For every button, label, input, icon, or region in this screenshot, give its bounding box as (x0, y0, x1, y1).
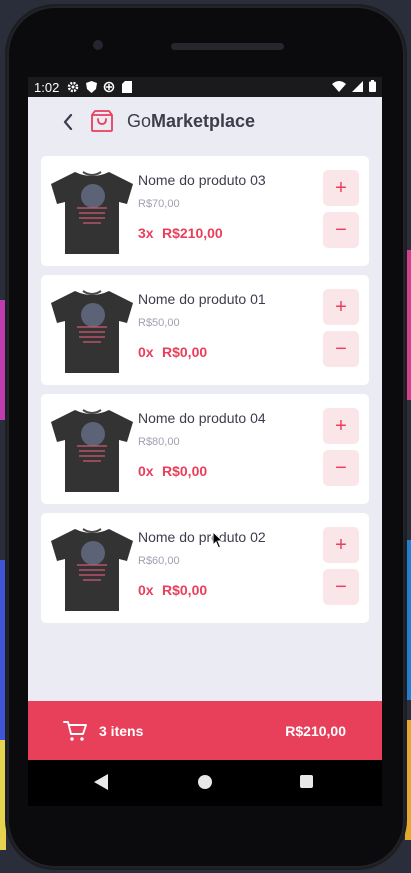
title-bold: Marketplace (151, 111, 256, 131)
increment-button[interactable]: + (323, 408, 359, 444)
decrement-button[interactable]: − (323, 569, 359, 605)
front-camera (93, 40, 103, 50)
decrement-button[interactable]: − (323, 450, 359, 486)
product-image (49, 523, 135, 613)
product-subtotal: R$0,00 (162, 463, 208, 479)
status-time: 1:02 (34, 79, 60, 95)
signal-icon (352, 80, 363, 95)
nav-recent-icon[interactable] (300, 775, 313, 788)
product-card: Nome do produto 04 R$80,00 0x R$0,00 + − (41, 394, 369, 504)
gear-icon (67, 81, 79, 93)
product-quantity: 0x (138, 344, 154, 360)
increment-button[interactable]: + (323, 289, 359, 325)
product-image (49, 166, 135, 256)
product-list: Nome do produto 03 R$70,00 3x R$210,00 +… (41, 156, 369, 632)
increment-button[interactable]: + (323, 527, 359, 563)
battery-icon (369, 79, 376, 95)
product-image (49, 285, 135, 375)
product-name: Nome do produto 04 (138, 410, 266, 426)
product-price: R$70,00 (138, 198, 180, 210)
product-card: Nome do produto 01 R$50,00 0x R$0,00 + − (41, 275, 369, 385)
sd-card-icon (121, 81, 133, 93)
status-bar: 1:02 (28, 77, 382, 97)
increment-button[interactable]: + (323, 170, 359, 206)
product-price: R$50,00 (138, 317, 180, 329)
product-subtotal: R$210,00 (162, 225, 223, 241)
product-name: Nome do produto 03 (138, 172, 266, 188)
product-subtotal: R$0,00 (162, 344, 208, 360)
decrement-button[interactable]: − (323, 331, 359, 367)
shopping-bag-icon (90, 109, 114, 138)
product-card: Nome do produto 02 R$60,00 0x R$0,00 + − (41, 513, 369, 623)
product-quantity: 0x (138, 582, 154, 598)
product-name: Nome do produto 01 (138, 291, 266, 307)
wifi-icon (332, 80, 346, 95)
product-price: R$80,00 (138, 436, 180, 448)
cart-footer[interactable]: 3 itens R$210,00 (28, 701, 382, 760)
decrement-button[interactable]: − (323, 212, 359, 248)
app-title: GoMarketplace (127, 111, 255, 132)
android-nav-bar (28, 760, 382, 806)
cart-icon (63, 720, 87, 747)
product-price: R$60,00 (138, 555, 180, 567)
cart-item-count: 3 itens (99, 723, 144, 739)
title-prefix: Go (127, 111, 152, 131)
chevron-left-icon[interactable] (58, 111, 78, 133)
data-saver-icon (103, 81, 115, 93)
shield-icon (85, 81, 97, 93)
app-header: GoMarketplace (28, 97, 382, 147)
product-image (49, 404, 135, 494)
nav-back-icon[interactable] (94, 774, 108, 795)
app-screen: 1:02 GoMarketplace Nome do produto 03 R$… (28, 77, 382, 760)
product-name: Nome do produto 02 (138, 529, 266, 545)
earpiece-speaker (171, 43, 284, 50)
product-quantity: 0x (138, 463, 154, 479)
product-card: Nome do produto 03 R$70,00 3x R$210,00 +… (41, 156, 369, 266)
product-subtotal: R$0,00 (162, 582, 208, 598)
cart-total: R$210,00 (285, 723, 346, 739)
mouse-cursor-icon (212, 530, 224, 554)
nav-home-icon[interactable] (198, 775, 212, 789)
product-quantity: 3x (138, 225, 154, 241)
